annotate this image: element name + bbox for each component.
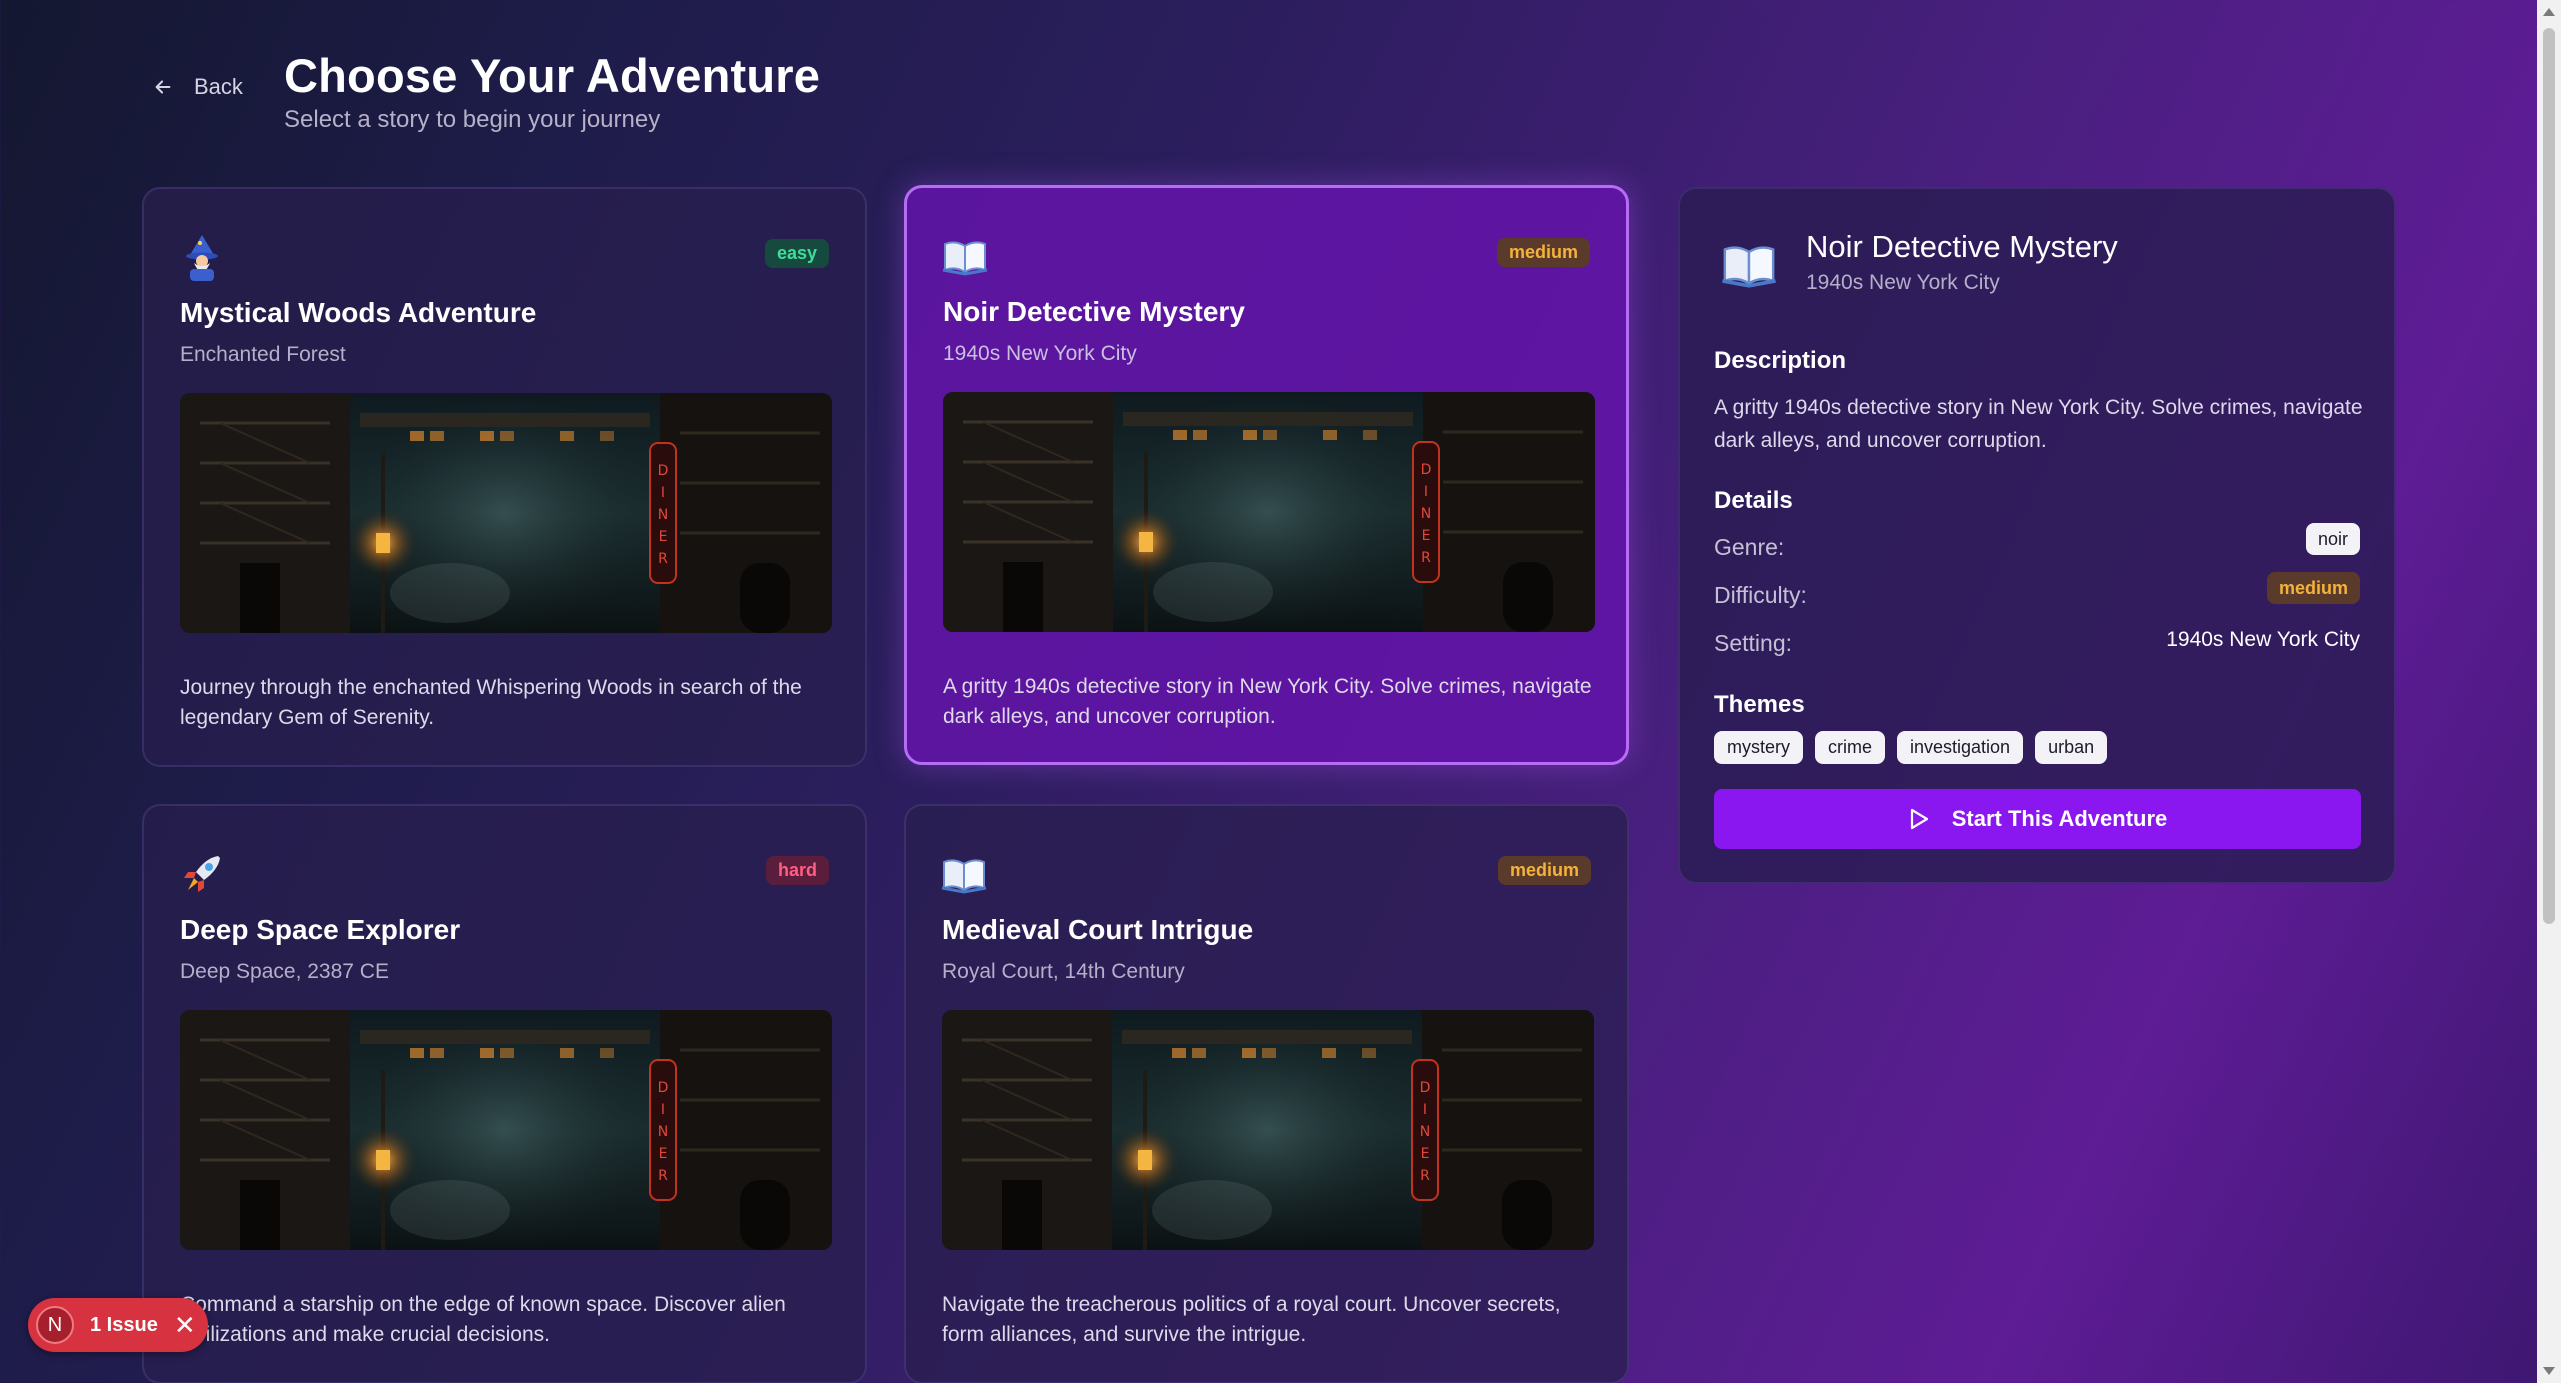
start-adventure-button[interactable]: Start This Adventure <box>1714 789 2361 849</box>
svg-text:D: D <box>1421 462 1432 478</box>
svg-text:I: I <box>661 485 665 501</box>
genre-value-wrap: noir <box>2305 523 2360 555</box>
card-title: Noir Detective Mystery <box>943 296 1245 327</box>
setting-value: 1940s New York City <box>2166 628 2360 651</box>
setting-label: Setting: <box>1714 630 1792 656</box>
detail-setting: 1940s New York City <box>1806 271 2000 294</box>
close-icon[interactable]: ✕ <box>174 1310 196 1341</box>
card-scene-image: D I N E R <box>180 393 832 633</box>
open-book-icon <box>1720 235 1778 293</box>
svg-text:D: D <box>1420 1080 1431 1096</box>
card-description: Command a starship on the edge of known … <box>180 1293 786 1346</box>
arrow-left-icon <box>155 80 171 94</box>
card-setting: Deep Space, 2387 CE <box>180 960 389 983</box>
adventure-card-medieval-court[interactable]: medium Medieval Court Intrigue Royal Cou… <box>904 804 1629 1383</box>
card-description: A gritty 1940s detective story in New Yo… <box>943 675 1592 728</box>
svg-text:E: E <box>1422 528 1431 544</box>
start-adventure-label: Start This Adventure <box>1951 806 2168 831</box>
detail-description: A gritty 1940s detective story in New Yo… <box>1714 396 2363 452</box>
scroll-down-arrow-icon[interactable] <box>2543 1367 2555 1375</box>
difficulty-label: Difficulty: <box>1714 582 1807 608</box>
svg-text:R: R <box>658 1168 668 1184</box>
genre-badge: noir <box>2305 523 2360 555</box>
card-description: Navigate the treacherous politics of a r… <box>942 1293 1561 1346</box>
back-button[interactable]: Back <box>152 74 243 100</box>
svg-text:E: E <box>659 529 668 545</box>
card-scene-image: D I N E R <box>180 1010 832 1250</box>
issue-badge-logo: N <box>36 1306 74 1344</box>
card-title: Mystical Woods Adventure <box>180 297 537 328</box>
svg-text:I: I <box>661 1102 665 1118</box>
svg-text:N: N <box>658 507 668 523</box>
vertical-scrollbar[interactable] <box>2537 0 2561 1383</box>
difficulty-value-wrap: medium <box>2266 572 2360 604</box>
difficulty-badge: medium <box>1497 856 1591 885</box>
svg-text:R: R <box>1421 550 1431 566</box>
wizard-icon <box>178 233 226 281</box>
description-heading: Description <box>1714 347 1847 374</box>
page-title: Choose Your Adventure <box>284 49 821 102</box>
difficulty-badge: medium <box>2266 572 2360 604</box>
svg-text:E: E <box>1421 1146 1430 1162</box>
svg-text:R: R <box>658 551 668 567</box>
back-label: Back <box>194 74 243 99</box>
card-scene-image: D I N E R <box>943 392 1595 632</box>
svg-text:E: E <box>659 1146 668 1162</box>
theme-tag: urban <box>2035 731 2108 764</box>
card-title: Deep Space Explorer <box>180 914 461 945</box>
theme-tag: investigation <box>1897 731 2024 764</box>
theme-tag: crime <box>1815 731 1885 764</box>
svg-text:N: N <box>1421 506 1431 522</box>
svg-text:N: N <box>658 1124 668 1140</box>
page-subtitle: Select a story to begin your journey <box>284 106 661 133</box>
issue-badge[interactable]: N 1 Issue ✕ <box>28 1298 208 1352</box>
scrollbar-thumb[interactable] <box>2543 28 2555 924</box>
genre-label: Genre: <box>1714 534 1785 560</box>
svg-text:R: R <box>1420 1168 1430 1184</box>
issue-count-label: 1 Issue <box>90 1313 158 1336</box>
card-setting: Royal Court, 14th Century <box>942 960 1185 983</box>
svg-text:D: D <box>658 1080 669 1096</box>
adventure-detail-panel: Noir Detective Mystery 1940s New York Ci… <box>1678 187 2396 884</box>
rocket-icon <box>178 850 226 898</box>
scroll-up-arrow-icon[interactable] <box>2543 8 2555 16</box>
svg-text:I: I <box>1424 484 1428 500</box>
card-setting: Enchanted Forest <box>180 343 346 366</box>
svg-text:N: N <box>1420 1124 1430 1140</box>
svg-text:D: D <box>658 463 669 479</box>
card-title: Medieval Court Intrigue <box>942 914 1254 945</box>
card-description: Journey through the enchanted Whispering… <box>180 676 802 729</box>
svg-text:I: I <box>1423 1102 1427 1118</box>
card-setting: 1940s New York City <box>943 342 1137 365</box>
card-scene-image: D I N E R <box>942 1010 1594 1250</box>
themes-heading: Themes <box>1714 691 1805 718</box>
open-book-icon <box>941 232 989 280</box>
difficulty-badge: hard <box>765 856 829 885</box>
themes-list: mystery crime investigation urban <box>1714 731 2108 764</box>
play-icon <box>1910 808 1928 830</box>
detail-title: Noir Detective Mystery <box>1806 229 2118 264</box>
theme-tag: mystery <box>1714 731 1803 764</box>
difficulty-badge: easy <box>764 239 829 268</box>
adventure-card-deep-space[interactable]: hard Deep Space Explorer Deep Space, 238… <box>142 804 867 1383</box>
difficulty-badge: medium <box>1496 238 1590 267</box>
details-heading: Details <box>1714 487 1793 514</box>
open-book-icon <box>940 850 988 898</box>
adventure-card-noir-detective[interactable]: medium Noir Detective Mystery 1940s New … <box>904 185 1629 765</box>
adventure-card-mystical-woods[interactable]: easy Mystical Woods Adventure Enchanted … <box>142 187 867 767</box>
